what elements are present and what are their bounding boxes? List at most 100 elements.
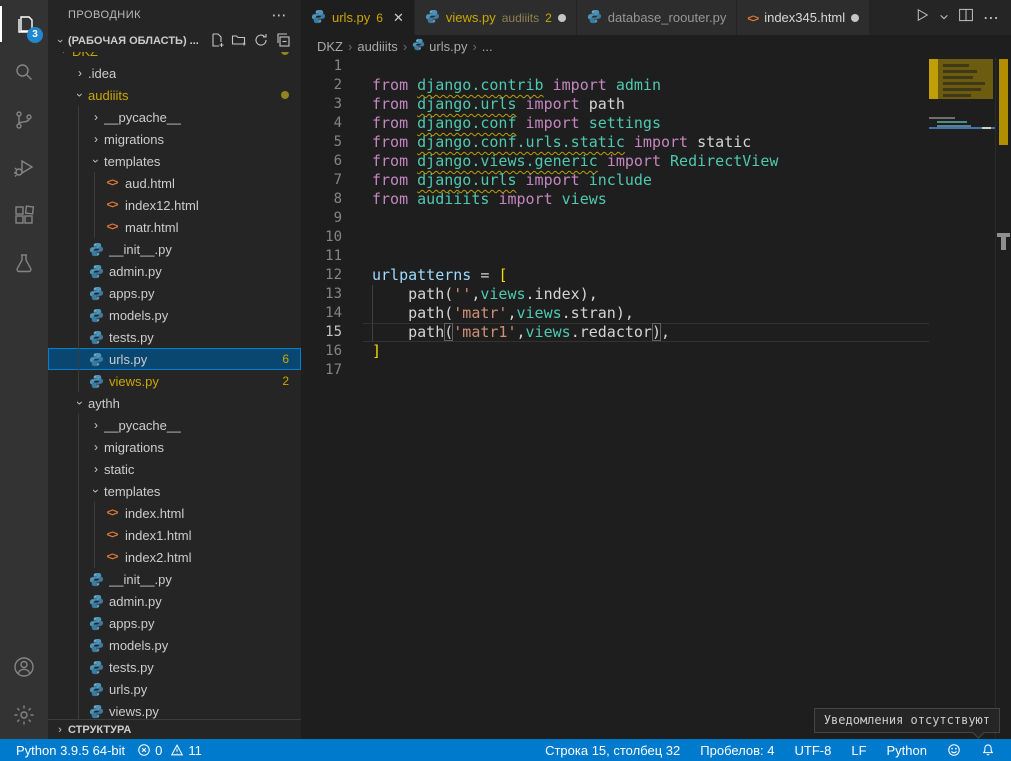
code-line-6[interactable]: 6from django.views.generic import Redire…	[301, 152, 1011, 171]
code-line-12[interactable]: 12urlpatterns = [	[301, 266, 1011, 285]
code-line-3[interactable]: 3from django.urls import path	[301, 95, 1011, 114]
tab-database-roouter-py[interactable]: database_roouter.py	[577, 0, 738, 35]
tree-item-migrations[interactable]: ›migrations	[48, 436, 301, 458]
code-line-5[interactable]: 5from django.conf.urls.static import sta…	[301, 133, 1011, 152]
code-text[interactable]: from django.urls import include	[363, 171, 929, 190]
code-line-14[interactable]: 14 path('matr',views.stran),	[301, 304, 1011, 323]
code-text[interactable]: ]	[363, 342, 929, 361]
tab-index345-html[interactable]: <>index345.html	[737, 0, 870, 35]
breadcrumb-item[interactable]: DKZ	[317, 39, 343, 54]
code-text[interactable]: from django.conf.urls.static import stat…	[363, 133, 929, 152]
tree-item-templates[interactable]: ›templates	[48, 150, 301, 172]
tree-item-models-py[interactable]: models.py	[48, 304, 301, 326]
code-text[interactable]	[363, 228, 929, 247]
code-text[interactable]: path('',views.index),	[363, 285, 929, 304]
code-line-17[interactable]: 17	[301, 361, 1011, 380]
tree-item-migrations[interactable]: ›migrations	[48, 128, 301, 150]
overview-ruler[interactable]	[995, 57, 1011, 739]
activitybar-item-account[interactable]	[0, 643, 48, 691]
tree-item--init-py[interactable]: __init__.py	[48, 238, 301, 260]
activitybar-item-explorer[interactable]: 3	[0, 0, 48, 48]
tree-item-apps-py[interactable]: apps.py	[48, 612, 301, 634]
code-text[interactable]	[363, 247, 929, 266]
activitybar-item-extensions[interactable]	[0, 192, 48, 240]
code-text[interactable]: from audiiits import views	[363, 190, 929, 209]
minimap[interactable]	[929, 57, 995, 197]
workspace-section-header[interactable]: › (РАБОЧАЯ ОБЛАСТЬ) ...	[48, 30, 301, 52]
modified-dot-icon[interactable]	[558, 14, 566, 22]
tree-item--pycache-[interactable]: ›__pycache__	[48, 106, 301, 128]
tree-item-admin-py[interactable]: admin.py	[48, 590, 301, 612]
code-line-13[interactable]: 13 path('',views.index),	[301, 285, 1011, 304]
tree-item-index-html[interactable]: <>index.html	[48, 502, 301, 524]
tree-item-index1-html[interactable]: <>index1.html	[48, 524, 301, 546]
code-line-9[interactable]: 9	[301, 209, 1011, 228]
code-line-11[interactable]: 11	[301, 247, 1011, 266]
tree-item-admin-py[interactable]: admin.py	[48, 260, 301, 282]
tree-item--init-py[interactable]: __init__.py	[48, 568, 301, 590]
run-button[interactable]	[913, 6, 931, 29]
tree-item-views-py[interactable]: views.py2	[48, 370, 301, 392]
tree-item--idea[interactable]: ›.idea	[48, 62, 301, 84]
tree-item-tests-py[interactable]: tests.py	[48, 326, 301, 348]
tab-views-py[interactable]: views.pyaudiiits2	[415, 0, 577, 35]
tree-item-apps-py[interactable]: apps.py	[48, 282, 301, 304]
outline-section-header[interactable]: › СТРУКТУРА	[48, 719, 301, 739]
tree-item-matr-html[interactable]: <>matr.html	[48, 216, 301, 238]
modified-dot-icon[interactable]	[851, 14, 859, 22]
code-text[interactable]	[363, 209, 929, 228]
breadcrumb-item[interactable]: audiiits	[357, 39, 397, 54]
activitybar-item-testing[interactable]	[0, 240, 48, 288]
code-text[interactable]: from django.conf import settings	[363, 114, 929, 133]
code-text[interactable]: from django.views.generic import Redirec…	[363, 152, 929, 171]
tree-item-static[interactable]: ›static	[48, 458, 301, 480]
tab-urls-py[interactable]: urls.py6✕	[301, 0, 415, 35]
code-text[interactable]: path('matr',views.stran),	[363, 304, 929, 323]
tree-item--pycache-[interactable]: ›__pycache__	[48, 414, 301, 436]
notifications-bell-button[interactable]	[975, 739, 1001, 761]
split-editor-button[interactable]	[957, 6, 975, 29]
collapse-all-icon[interactable]	[275, 32, 291, 51]
code-text[interactable]: urlpatterns = [	[363, 266, 929, 285]
code-text[interactable]	[363, 57, 929, 76]
status-indentation[interactable]: Пробелов: 4	[694, 739, 780, 761]
editor-more-actions[interactable]: ⋯	[983, 8, 999, 28]
status-python-interpreter[interactable]: Python 3.9.5 64-bit	[10, 739, 131, 761]
code-text[interactable]	[363, 361, 929, 380]
tree-item-index2-html[interactable]: <>index2.html	[48, 546, 301, 568]
code-text[interactable]: from django.contrib import admin	[363, 76, 929, 95]
refresh-icon[interactable]	[253, 32, 269, 51]
breadcrumb-item[interactable]: urls.py	[412, 38, 467, 54]
code-editor[interactable]: 12from django.contrib import admin3from …	[301, 57, 1011, 739]
code-line-2[interactable]: 2from django.contrib import admin	[301, 76, 1011, 95]
code-line-8[interactable]: 8from audiiits import views	[301, 190, 1011, 209]
tree-item-urls-py[interactable]: urls.py6	[48, 348, 301, 370]
code-line-1[interactable]: 1	[301, 57, 1011, 76]
code-line-7[interactable]: 7from django.urls import include	[301, 171, 1011, 190]
tree-item-audiiits[interactable]: ›audiiits	[48, 84, 301, 106]
activitybar-item-settings[interactable]	[0, 691, 48, 739]
feedback-button[interactable]	[941, 739, 967, 761]
status-eol[interactable]: LF	[845, 739, 872, 761]
code-line-16[interactable]: 16]	[301, 342, 1011, 361]
tree-item-aud-html[interactable]: <>aud.html	[48, 172, 301, 194]
status-problems[interactable]: 0 11	[131, 739, 208, 761]
tree-item-urls-py[interactable]: urls.py	[48, 678, 301, 700]
status-cursor-position[interactable]: Строка 15, столбец 32	[539, 739, 686, 761]
code-text[interactable]: path('matr1',views.redactor),	[363, 323, 929, 342]
new-folder-icon[interactable]	[231, 32, 247, 51]
activitybar-item-source-control[interactable]	[0, 96, 48, 144]
sidebar-more-icon[interactable]: ⋯	[272, 6, 288, 24]
code-line-4[interactable]: 4from django.conf import settings	[301, 114, 1011, 133]
activitybar-item-run-debug[interactable]	[0, 144, 48, 192]
activitybar-item-search[interactable]	[0, 48, 48, 96]
code-line-10[interactable]: 10	[301, 228, 1011, 247]
status-encoding[interactable]: UTF-8	[789, 739, 838, 761]
breadcrumb-item[interactable]: ...	[482, 39, 493, 54]
run-dropdown-chevron[interactable]	[939, 9, 949, 27]
code-text[interactable]: from django.urls import path	[363, 95, 929, 114]
tree-item-index12-html[interactable]: <>index12.html	[48, 194, 301, 216]
tree-item-aythh[interactable]: ›aythh	[48, 392, 301, 414]
close-icon[interactable]: ✕	[393, 10, 404, 26]
tree-item-dkz[interactable]: ›DKZ	[48, 52, 301, 62]
